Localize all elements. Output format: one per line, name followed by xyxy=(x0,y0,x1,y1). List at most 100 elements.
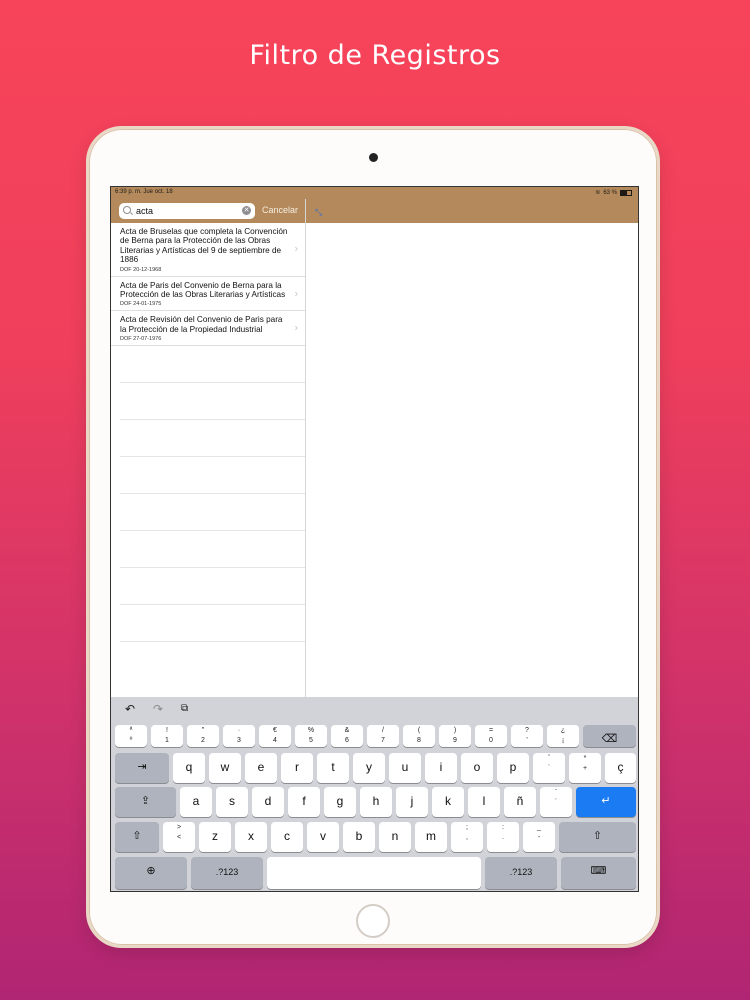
tab-key[interactable]: ⇥ xyxy=(115,753,169,783)
key-1[interactable]: ! 1 xyxy=(151,725,183,747)
key-z[interactable]: z xyxy=(199,822,231,852)
empty-row xyxy=(120,531,305,569)
hide-keyboard-key[interactable]: ⌨ xyxy=(561,857,636,889)
key-char: c xyxy=(284,829,290,843)
key-base-char: , xyxy=(466,834,468,841)
key-char: r xyxy=(295,760,299,774)
key-s[interactable]: s xyxy=(216,787,248,817)
key-char: g xyxy=(336,794,344,808)
key-m[interactable]: m xyxy=(415,822,447,852)
key-8[interactable]: (8 xyxy=(403,725,435,747)
expand-icon[interactable]: ⤡ xyxy=(315,207,322,218)
key-+[interactable]: * + xyxy=(569,753,601,783)
key-p[interactable]: p xyxy=(497,753,529,783)
redo-icon[interactable]: ↷ xyxy=(153,702,163,716)
key-d[interactable]: d xyxy=(252,787,284,817)
key-0[interactable]: = 0 xyxy=(475,725,507,747)
key-¡[interactable]: ¿ ¡ xyxy=(547,725,579,747)
key-v[interactable]: v xyxy=(307,822,339,852)
key-r[interactable]: r xyxy=(281,753,313,783)
key-9[interactable]: ) 9 xyxy=(439,725,471,747)
key-k[interactable]: k xyxy=(432,787,464,817)
cancel-button[interactable]: Cancelar xyxy=(262,205,298,215)
key-punct-1[interactable]: :. xyxy=(487,822,519,852)
key-5[interactable]: % 5 xyxy=(295,725,327,747)
key-char: u xyxy=(401,760,409,774)
tab-icon: ⇥ xyxy=(137,761,147,773)
shift-left-key[interactable]: ⇧ xyxy=(115,822,159,852)
key-punct-2[interactable]: _ - xyxy=(523,822,555,852)
numbers-key-right[interactable]: .?123 xyxy=(485,857,557,889)
key-char: h xyxy=(372,794,380,808)
key-w[interactable]: w xyxy=(209,753,241,783)
key-6[interactable]: & 6 xyxy=(331,725,363,747)
list-item-title: Acta de Bruselas que completa la Convenc… xyxy=(120,227,288,265)
camera-icon xyxy=(369,153,378,162)
space-key[interactable] xyxy=(267,857,481,889)
key-ñ[interactable]: ñ xyxy=(504,787,536,817)
key-a[interactable]: a xyxy=(180,787,212,817)
key-u[interactable]: u xyxy=(389,753,421,783)
key-t[interactable]: t xyxy=(317,753,349,783)
clear-search-icon[interactable]: ✕ xyxy=(242,206,251,215)
key-g[interactable]: g xyxy=(324,787,356,817)
key-diaeresis[interactable]: ¨ ´ xyxy=(540,787,572,817)
keyboard-toolbar: ↶ ↷ ⧉ xyxy=(111,697,638,721)
key-char: v xyxy=(320,829,326,843)
list-item-date: DOF 20-12-1968 xyxy=(120,266,162,273)
empty-row xyxy=(120,457,305,495)
key-shift-char: : xyxy=(502,824,504,831)
key-base-char: º xyxy=(129,737,133,744)
key-less-greater[interactable]: > < xyxy=(163,822,195,852)
list-item[interactable]: Acta de Revisión del Convenio de Paris p… xyxy=(111,311,305,347)
key-q[interactable]: q xyxy=(173,753,205,783)
key-punct-0[interactable]: ;, xyxy=(451,822,483,852)
key-º[interactable]: ªº xyxy=(115,725,147,747)
caps-lock-key[interactable]: ⇪ xyxy=(115,787,176,817)
paste-icon[interactable]: ⧉ xyxy=(181,703,188,714)
key-shift-char: = xyxy=(488,727,494,734)
list-item[interactable]: Acta de Bruselas que completa la Convenc… xyxy=(111,223,305,277)
list-item[interactable]: Acta de Paris del Convenio de Berna para… xyxy=(111,277,305,312)
key-2[interactable]: " 2 xyxy=(187,725,219,747)
numbers-key-left[interactable]: .?123 xyxy=(191,857,263,889)
key-o[interactable]: o xyxy=(461,753,493,783)
keyboard: ↶ ↷ ⧉ ª º! 1 " 2 · 3 €4% 5 & 6/7(8) 9 = 0? ' ¿ ¡ ⌫ ⇥ q w e r t y… xyxy=(111,697,638,891)
status-right: ≋ 63 % xyxy=(595,189,632,196)
key-char: ç xyxy=(617,760,624,774)
delete-key[interactable]: ⌫ xyxy=(583,725,636,747)
key-char: q xyxy=(185,760,193,774)
key-i[interactable]: i xyxy=(425,753,457,783)
key-base-char: ` xyxy=(547,765,551,772)
key-l[interactable]: l xyxy=(468,787,500,817)
return-key[interactable]: ↵ xyxy=(576,787,636,817)
shift-right-key[interactable]: ⇧ xyxy=(559,822,636,852)
key-n[interactable]: n xyxy=(379,822,411,852)
key-h[interactable]: h xyxy=(360,787,392,817)
undo-icon[interactable]: ↶ xyxy=(125,702,135,716)
key-char: t xyxy=(331,760,335,774)
status-time: 6:39 p. m. Jue oct. 18 xyxy=(115,189,173,195)
key-4[interactable]: €4 xyxy=(259,725,291,747)
key-c[interactable]: c xyxy=(271,822,303,852)
wifi-icon: ≋ xyxy=(595,190,601,196)
key-c-cedilla[interactable]: ç xyxy=(605,753,636,783)
key-e[interactable]: e xyxy=(245,753,277,783)
key-f[interactable]: f xyxy=(288,787,320,817)
key-shift-char: ( xyxy=(417,727,421,734)
key-shift-char: " xyxy=(201,727,205,734)
key-b[interactable]: b xyxy=(343,822,375,852)
globe-key[interactable]: ⊕ xyxy=(115,857,187,889)
key-x[interactable]: x xyxy=(235,822,267,852)
key-shift-char: % xyxy=(307,727,315,734)
key-`[interactable]: ˆ ` xyxy=(533,753,565,783)
list-item-date: DOF 24-01-1975 xyxy=(120,301,162,308)
key-y[interactable]: y xyxy=(353,753,385,783)
key-base-char: 6 xyxy=(345,737,349,744)
key-'[interactable]: ? ' xyxy=(511,725,543,747)
home-button[interactable] xyxy=(356,904,390,938)
search-input[interactable]: acta ✕ xyxy=(119,203,255,219)
key-3[interactable]: · 3 xyxy=(223,725,255,747)
key-j[interactable]: j xyxy=(396,787,428,817)
key-7[interactable]: /7 xyxy=(367,725,399,747)
